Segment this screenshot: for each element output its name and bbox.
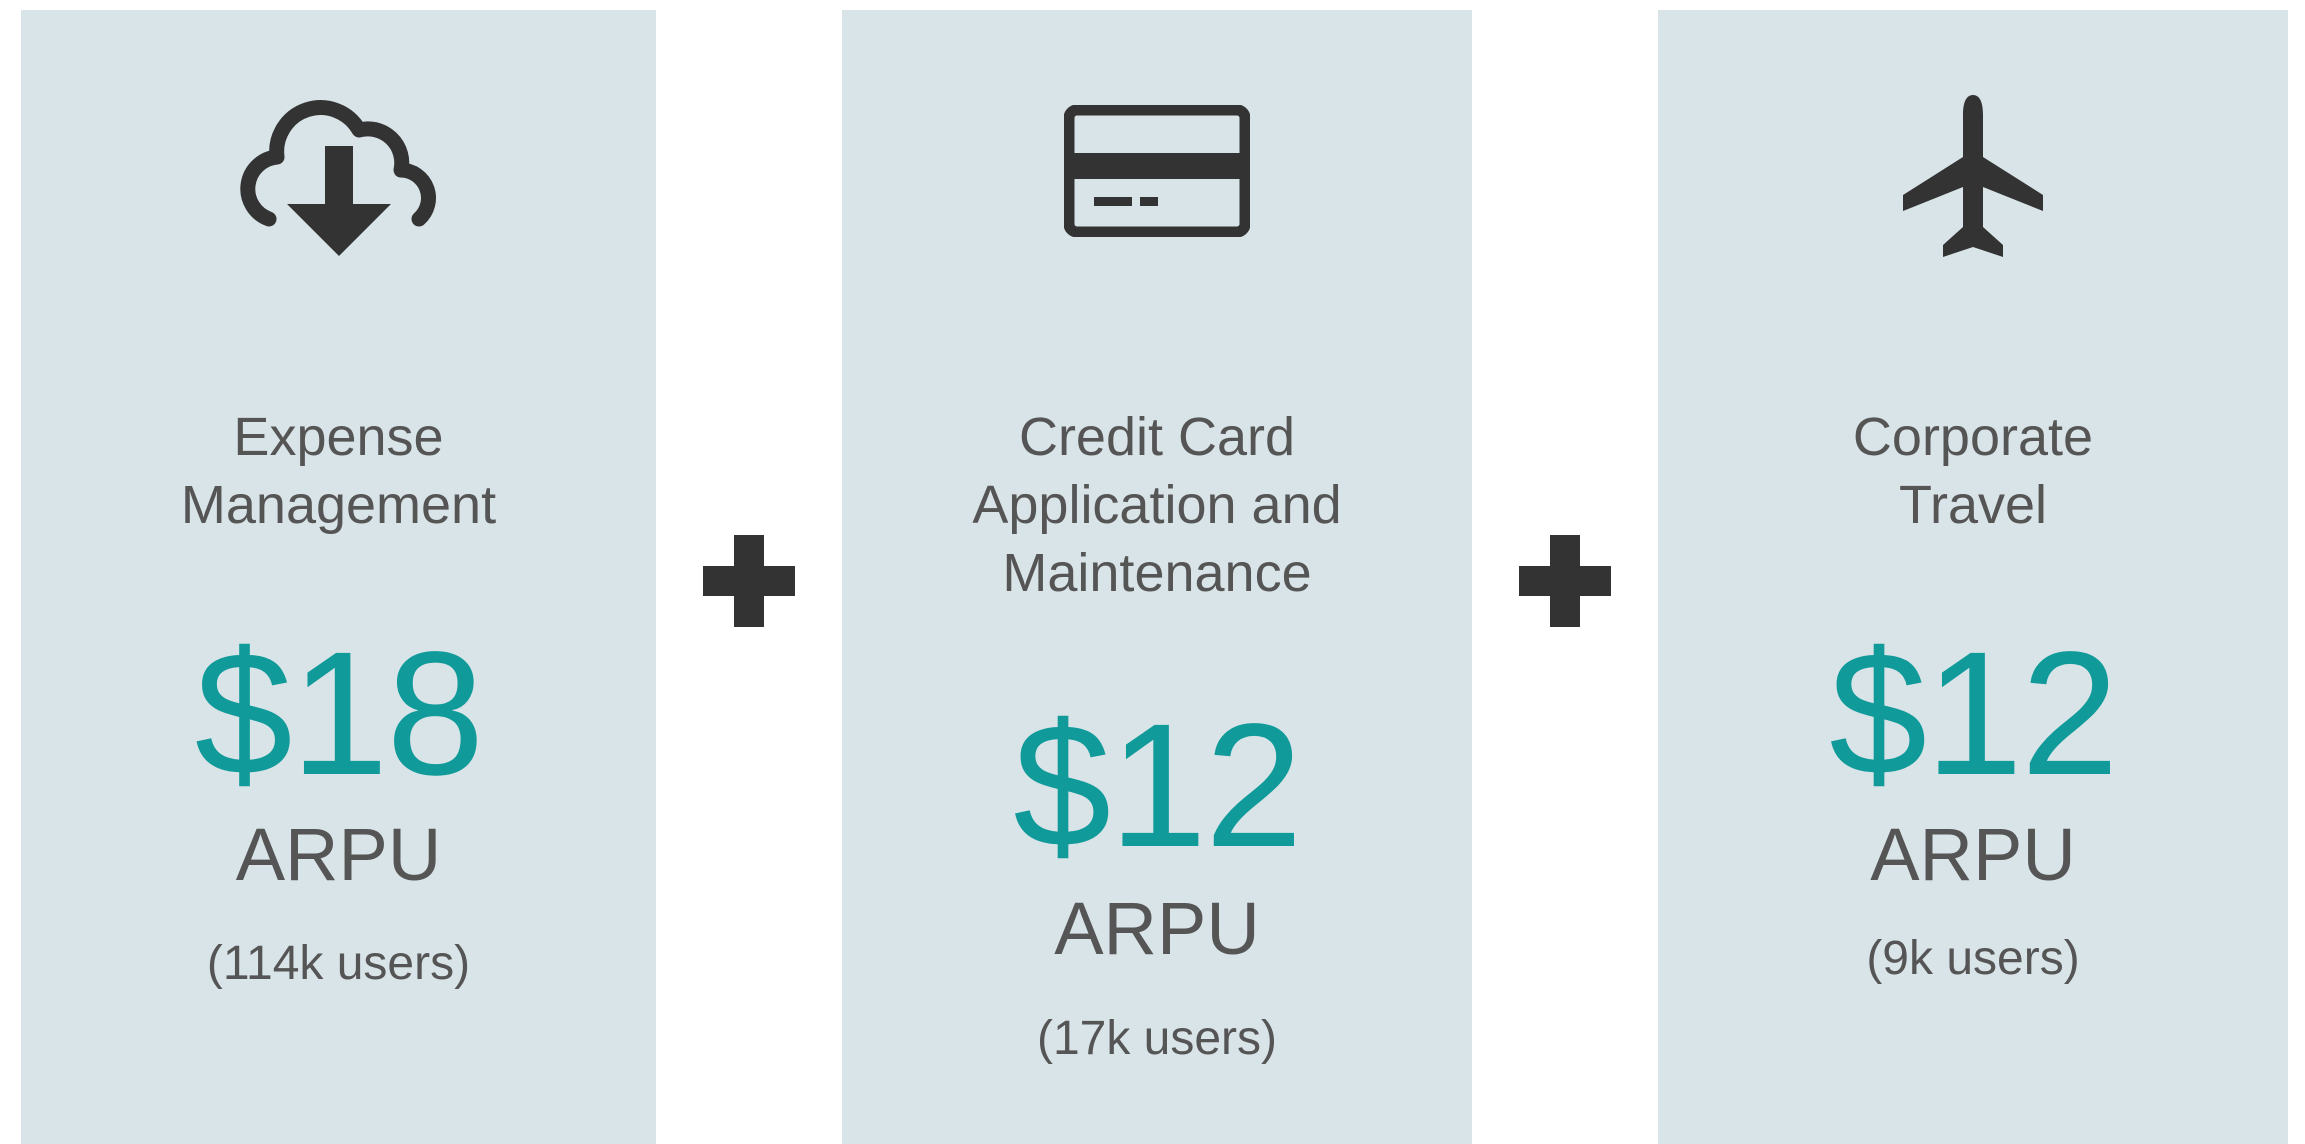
arpu-price: $12 [1013,688,1303,884]
arpu-label: ARPU [1870,813,2076,896]
card-expense-management: Expense Management $18 ARPU (114k users) [21,10,656,1144]
arpu-price: $18 [194,616,485,812]
card-title-line: Application and [972,475,1342,535]
arpu-label: ARPU [235,813,442,896]
card-title-line: Credit Card [1018,407,1296,467]
card-title-line: Expense [233,407,444,467]
arpu-price: $12 [1829,616,2119,812]
card-title-line: Maintenance [1002,543,1312,603]
cloud-download-icon [239,100,436,256]
plus-icon [703,535,795,627]
card-title-line: Corporate [1852,407,2094,467]
card-title: Expense Management [21,403,656,539]
user-count: (9k users) [1866,932,2080,985]
card-title-line: Management [180,475,497,535]
arpu-label: ARPU [1054,887,1260,970]
card-corporate-travel: Corporate Travel $12 ARPU (9k users) [1658,10,2288,1144]
credit-card-icon [1064,105,1250,237]
card-title-line: Travel [1898,475,2048,535]
card-title: Credit Card Application and Maintenance [842,403,1472,607]
airplane-icon [1903,95,2043,257]
user-count: (17k users) [1036,1012,1278,1065]
card-credit-card: Credit Card Application and Maintenance … [842,10,1472,1144]
user-count: (114k users) [206,937,471,990]
card-title: Corporate Travel [1658,403,2288,539]
plus-icon [1519,535,1611,627]
